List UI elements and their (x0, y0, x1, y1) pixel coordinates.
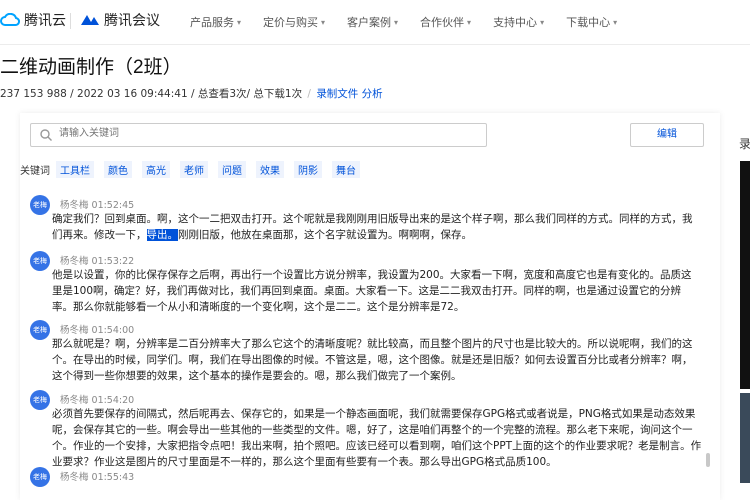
chevron-down-icon: ▾ (237, 17, 242, 27)
speaker-timestamp: 杨冬梅 01:54:00 (60, 325, 135, 336)
right-panel-title: 录 (739, 137, 750, 151)
page-title: 二维动画制作（2班） (0, 57, 182, 78)
brand-name: 腾讯云 (24, 13, 66, 29)
message-text: 必须首先要保存的间隔式，然后呢再去、保存它的，如果是一个静态画面呢，我们就需要保… (52, 408, 702, 468)
meta-separator: / (307, 88, 311, 100)
brand-name: 腾讯会议 (104, 13, 160, 29)
speaker-timestamp: 杨冬梅 01:55:43 (60, 472, 135, 483)
keyword-tag[interactable]: 问题 (218, 161, 246, 178)
chevron-down-icon: ▾ (613, 17, 618, 27)
keyword-tag[interactable]: 阴影 (294, 161, 322, 178)
tencent-cloud-brand[interactable]: 腾讯云 (0, 10, 66, 30)
keyword-row: 关键词 工具栏 颜色 高光 老师 问题 效果 阴影 舞台 (20, 161, 370, 178)
keyword-label: 关键词 (20, 166, 50, 177)
nav-menu: 产品服务 ▾ 定价与购买 ▾ 客户案例 ▾ 合作伙伴 ▾ 支持中心 ▾ 下载中心 ▾ (190, 14, 639, 30)
record-file-link[interactable]: 录制文件 (316, 88, 358, 100)
avatar: 老梅 (30, 320, 50, 340)
message-text: 那么就呢是？啊，分辨率是二百分辨率大了那么它这个的清晰度呢？就比较高，而且整个图… (52, 338, 693, 382)
avatar: 老梅 (30, 195, 50, 215)
speaker-timestamp: 杨冬梅 01:52:45 (60, 200, 135, 211)
nav-item-label: 定价与购买 (263, 16, 319, 29)
nav-item[interactable]: 客户案例 ▾ (347, 14, 398, 30)
speaker-timestamp: 杨冬梅 01:54:20 (60, 395, 135, 406)
cloud-logo-icon (0, 13, 20, 26)
search-input[interactable] (57, 127, 461, 140)
avatar: 老梅 (30, 390, 50, 410)
recording-meta: 237 153 988 / 2022 03 16 09:44:41 / 总查看3… (0, 86, 383, 101)
message-text-part: 刚刚旧版，他放在桌面那，这个名字就设置为。啊啊啊，保存。 (178, 229, 472, 241)
nav-item-label: 客户案例 (347, 16, 392, 29)
chevron-down-icon: ▾ (467, 17, 472, 27)
speaker-timestamp: 杨冬梅 01:53:22 (60, 256, 135, 267)
keyword-tag[interactable]: 高光 (142, 161, 170, 178)
chevron-down-icon: ▾ (394, 17, 399, 27)
nav-item[interactable]: 下载中心 ▾ (566, 14, 617, 30)
search-icon (40, 129, 52, 141)
scrollbar-thumb[interactable] (706, 453, 710, 467)
keyword-tag[interactable]: 工具栏 (56, 161, 94, 178)
message-text: 确定我们？回到桌面。啊，这个一二把双击打开。这个呢就是我刚刚用旧版导出来的是这个… (52, 211, 702, 243)
message-text: 他是以设置，你的比保存保存之后啊，再出行一个设置比方说分辨率，我设置为200。大… (52, 269, 692, 313)
nav-item[interactable]: 合作伙伴 ▾ (420, 14, 471, 30)
nav-item[interactable]: 定价与购买 ▾ (263, 14, 325, 30)
nav-item[interactable]: 支持中心 ▾ (493, 14, 544, 30)
transcript-panel: 编辑 关键词 工具栏颜色高光老师问题效果阴影舞台 老梅杨冬梅 01:52:45确… (20, 113, 720, 500)
right-panel: 录 (733, 113, 750, 500)
keyword-tag[interactable]: 颜色 (104, 161, 132, 178)
nav-item-label: 合作伙伴 (420, 16, 465, 29)
video-thumbnail[interactable] (740, 393, 750, 483)
nav-item-label: 产品服务 (190, 16, 234, 29)
top-nav: 腾讯云 腾讯会议 产品服务 ▾ 定价与购买 ▾ 客户案例 ▾ 合作伙伴 ▾ 支持中心 ▾ 下载中心 ▾ (0, 0, 750, 45)
chevron-down-icon: ▾ (321, 17, 326, 27)
meeting-logo-icon (81, 15, 99, 25)
keyword-tag[interactable]: 效果 (256, 161, 284, 178)
meta-info: 237 153 988 / 2022 03 16 09:44:41 / 总查看3… (0, 88, 303, 100)
analysis-link[interactable]: 分析 (362, 88, 383, 100)
keyword-tag[interactable]: 舞台 (332, 161, 360, 178)
avatar: 老梅 (30, 251, 50, 271)
nav-item-label: 支持中心 (493, 16, 538, 29)
brand-divider (70, 13, 71, 29)
nav-item[interactable]: 产品服务 ▾ (190, 14, 241, 30)
video-player[interactable] (740, 161, 750, 389)
search-box[interactable] (30, 123, 487, 147)
tencent-meeting-brand[interactable]: 腾讯会议 (80, 10, 160, 30)
search-highlight: 导出。 (146, 229, 178, 241)
avatar: 老梅 (30, 467, 50, 487)
chevron-down-icon: ▾ (540, 17, 545, 27)
nav-item-label: 下载中心 (566, 16, 611, 29)
keyword-tag[interactable]: 老师 (180, 161, 208, 178)
edit-button[interactable]: 编辑 (630, 123, 704, 147)
